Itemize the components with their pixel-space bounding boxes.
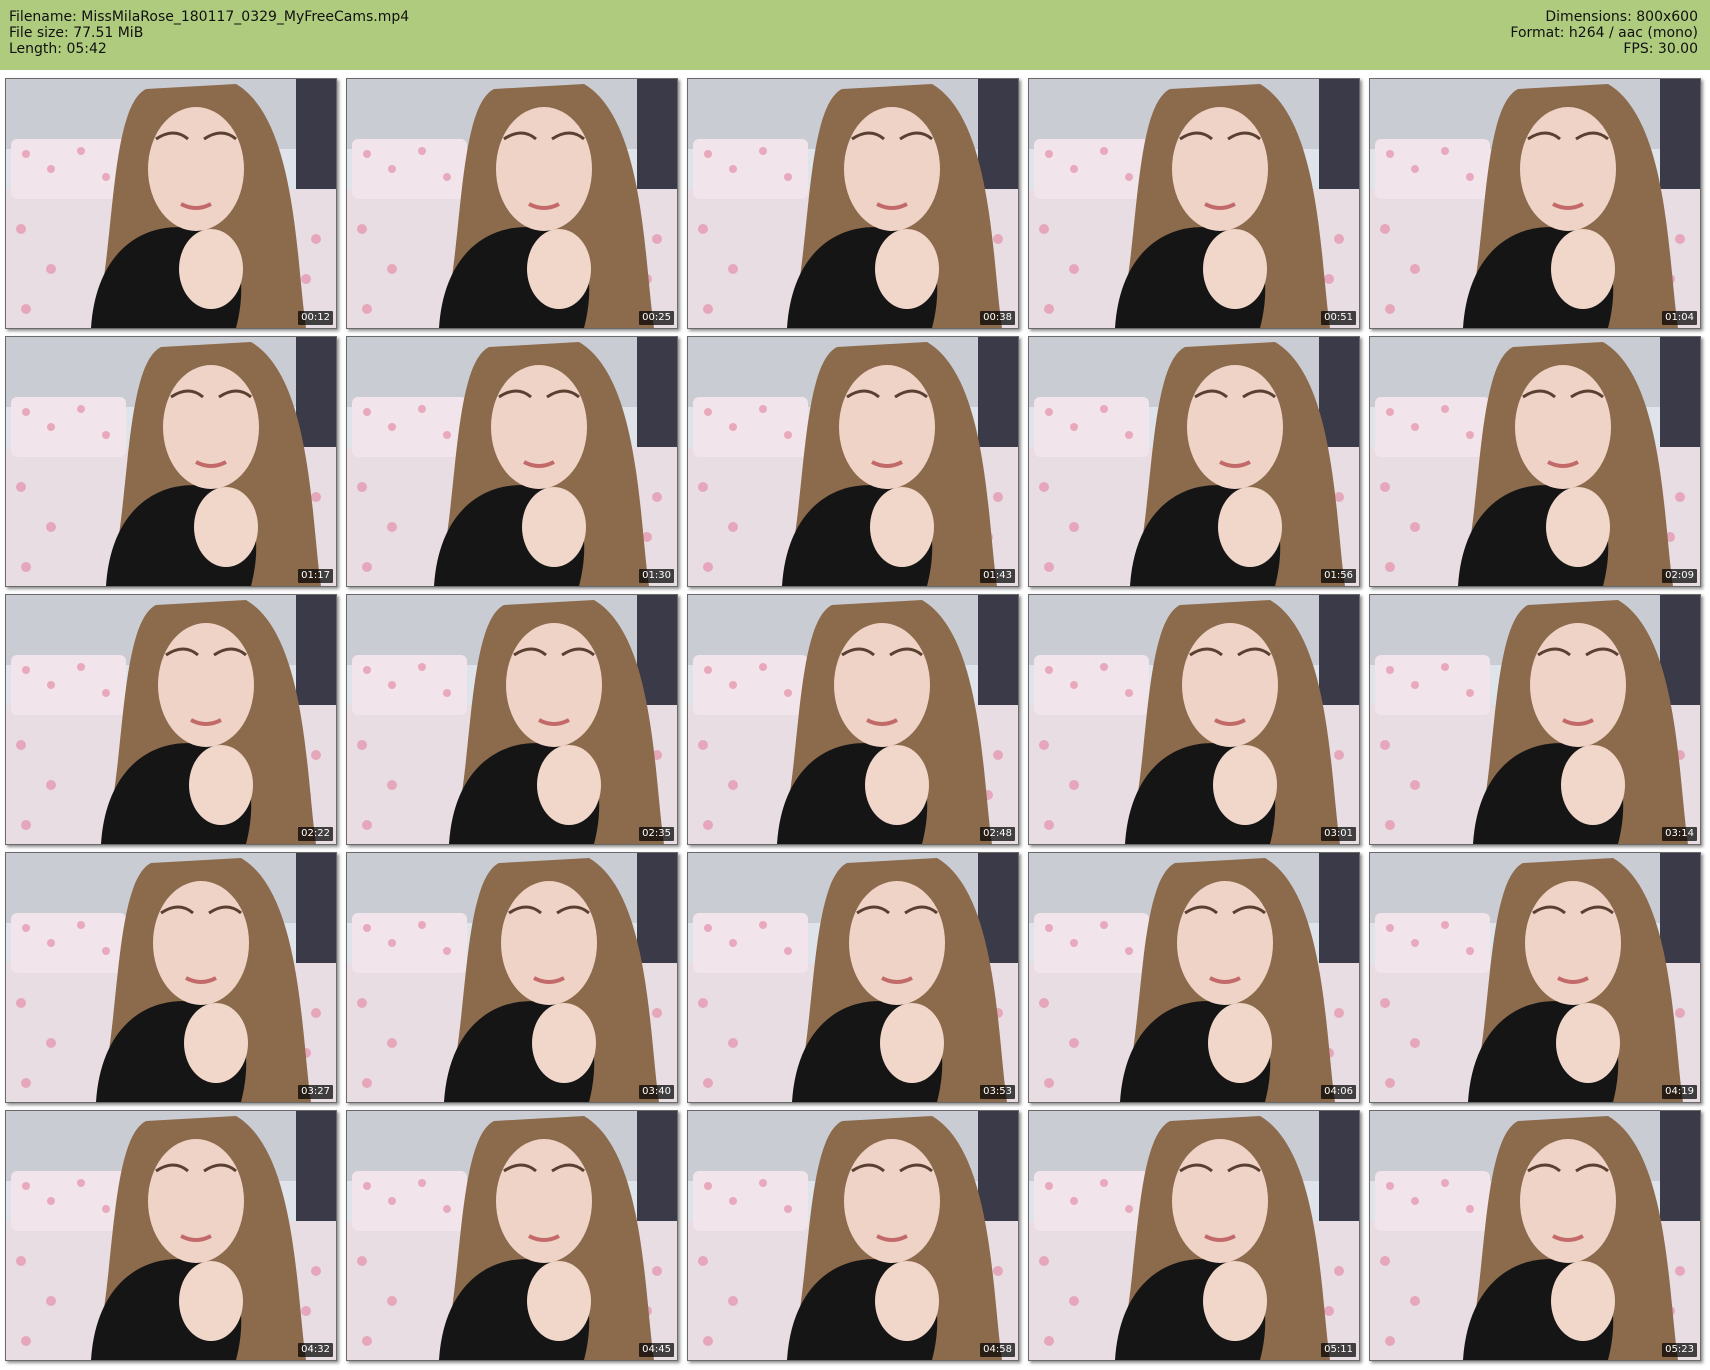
- frame-image: [1370, 853, 1700, 1102]
- timestamp-label: 02:09: [1662, 569, 1697, 583]
- frame-image: [1370, 1111, 1700, 1360]
- video-thumbnail: 00:51: [1028, 78, 1360, 329]
- frame-image: [347, 79, 677, 328]
- timestamp-label: 02:22: [298, 827, 333, 841]
- video-thumbnail: 03:14: [1369, 594, 1701, 845]
- timestamp-label: 01:04: [1662, 311, 1697, 325]
- filesize-text: File size: 77.51 MiB: [9, 25, 144, 41]
- frame-image: [688, 853, 1018, 1102]
- info-header: Filename: MissMilaRose_180117_0329_MyFre…: [0, 0, 1710, 70]
- frame-image: [347, 337, 677, 586]
- frame-image: [688, 595, 1018, 844]
- frame-image: [6, 853, 336, 1102]
- timestamp-label: 00:25: [639, 311, 674, 325]
- frame-image: [688, 337, 1018, 586]
- timestamp-label: 00:51: [1321, 311, 1356, 325]
- frame-image: [1029, 1111, 1359, 1360]
- frame-image: [1370, 595, 1700, 844]
- timestamp-label: 01:30: [639, 569, 674, 583]
- timestamp-label: 04:32: [298, 1343, 333, 1357]
- file-info-left: Filename: MissMilaRose_180117_0329_MyFre…: [9, 9, 409, 57]
- timestamp-label: 03:27: [298, 1085, 333, 1099]
- format-text: Format: h264 / aac (mono): [1510, 25, 1698, 41]
- timestamp-label: 04:58: [980, 1343, 1015, 1357]
- video-thumbnail: 05:11: [1028, 1110, 1360, 1361]
- video-thumbnail: 02:22: [5, 594, 337, 845]
- frame-image: [1029, 337, 1359, 586]
- video-thumbnail: 00:25: [346, 78, 678, 329]
- timestamp-label: 04:45: [639, 1343, 674, 1357]
- video-thumbnail: 01:30: [346, 336, 678, 587]
- timestamp-label: 03:53: [980, 1085, 1015, 1099]
- timestamp-label: 04:19: [1662, 1085, 1697, 1099]
- timestamp-label: 03:14: [1662, 827, 1697, 841]
- length-text: Length: 05:42: [9, 41, 107, 57]
- timestamp-label: 01:43: [980, 569, 1015, 583]
- timestamp-label: 03:40: [639, 1085, 674, 1099]
- frame-image: [1370, 337, 1700, 586]
- fps-text: FPS: 30.00: [1623, 41, 1698, 57]
- timestamp-label: 02:35: [639, 827, 674, 841]
- frame-image: [6, 337, 336, 586]
- frame-image: [688, 79, 1018, 328]
- timestamp-label: 02:48: [980, 827, 1015, 841]
- frame-image: [1029, 79, 1359, 328]
- video-thumbnail: 01:17: [5, 336, 337, 587]
- video-thumbnail: 03:27: [5, 852, 337, 1103]
- frame-image: [1370, 79, 1700, 328]
- video-thumbnail: 04:58: [687, 1110, 1019, 1361]
- frame-image: [1029, 595, 1359, 844]
- frame-image: [1029, 853, 1359, 1102]
- video-thumbnail: 00:38: [687, 78, 1019, 329]
- video-thumbnail: 03:53: [687, 852, 1019, 1103]
- video-thumbnail: 01:43: [687, 336, 1019, 587]
- video-thumbnail: 02:48: [687, 594, 1019, 845]
- video-thumbnail: 04:19: [1369, 852, 1701, 1103]
- timestamp-label: 01:17: [298, 569, 333, 583]
- frame-image: [688, 1111, 1018, 1360]
- video-thumbnail: 02:35: [346, 594, 678, 845]
- timestamp-label: 00:12: [298, 311, 333, 325]
- timestamp-label: 03:01: [1321, 827, 1356, 841]
- video-thumbnail: 02:09: [1369, 336, 1701, 587]
- timestamp-label: 05:23: [1662, 1343, 1697, 1357]
- video-thumbnail: 03:40: [346, 852, 678, 1103]
- timestamp-label: 01:56: [1321, 569, 1356, 583]
- video-thumbnail: 04:06: [1028, 852, 1360, 1103]
- timestamp-label: 00:38: [980, 311, 1015, 325]
- video-thumbnail: 05:23: [1369, 1110, 1701, 1361]
- filename-text: Filename: MissMilaRose_180117_0329_MyFre…: [9, 9, 410, 25]
- video-thumbnail: 01:04: [1369, 78, 1701, 329]
- frame-image: [6, 595, 336, 844]
- file-info-right: Dimensions: 800x600 Format: h264 / aac (…: [1510, 9, 1698, 57]
- frame-image: [6, 1111, 336, 1360]
- timestamp-label: 04:06: [1321, 1085, 1356, 1099]
- timestamp-label: 05:11: [1321, 1343, 1356, 1357]
- frame-image: [347, 853, 677, 1102]
- frame-image: [347, 1111, 677, 1360]
- video-thumbnail: 00:12: [5, 78, 337, 329]
- video-thumbnail: 04:32: [5, 1110, 337, 1361]
- frame-image: [6, 79, 336, 328]
- video-thumbnail: 01:56: [1028, 336, 1360, 587]
- dimensions-text: Dimensions: 800x600: [1545, 9, 1698, 25]
- video-thumbnail: 04:45: [346, 1110, 678, 1361]
- frame-image: [347, 595, 677, 844]
- video-thumbnail: 03:01: [1028, 594, 1360, 845]
